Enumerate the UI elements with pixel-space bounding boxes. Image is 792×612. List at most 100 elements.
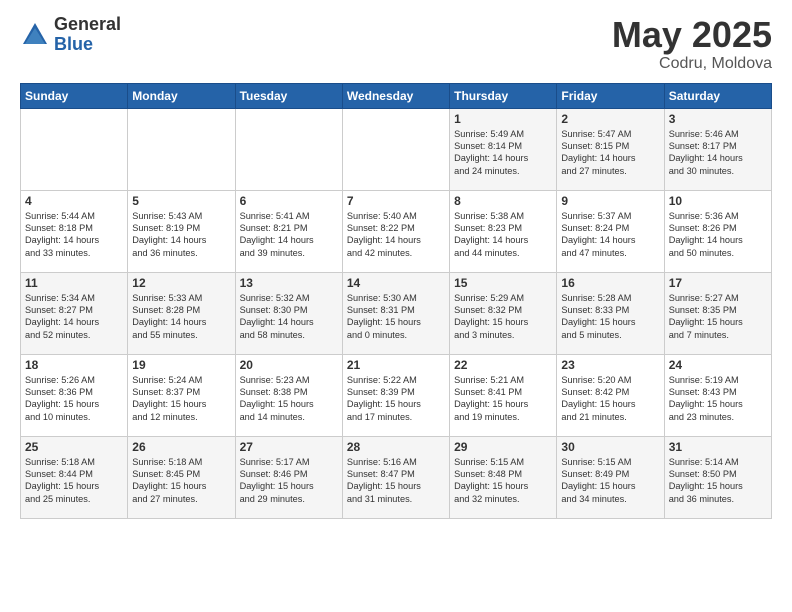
day-cell: 6Sunrise: 5:41 AM Sunset: 8:21 PM Daylig… — [235, 190, 342, 272]
day-number: 23 — [561, 358, 659, 372]
day-info: Sunrise: 5:43 AM Sunset: 8:19 PM Dayligh… — [132, 210, 230, 260]
header-row: SundayMondayTuesdayWednesdayThursdayFrid… — [21, 83, 772, 108]
day-info: Sunrise: 5:20 AM Sunset: 8:42 PM Dayligh… — [561, 374, 659, 424]
day-cell: 13Sunrise: 5:32 AM Sunset: 8:30 PM Dayli… — [235, 272, 342, 354]
day-number: 11 — [25, 276, 123, 290]
day-number: 7 — [347, 194, 445, 208]
day-number: 29 — [454, 440, 552, 454]
day-cell: 2 Sunrise: 5:47 AM Sunset: 8:15 PM Daylig… — [557, 108, 664, 190]
day-info: Sunrise: 5:18 AM Sunset: 8:44 PM Dayligh… — [25, 456, 123, 506]
day-info: Sunrise: 5:33 AM Sunset: 8:28 PM Dayligh… — [132, 292, 230, 342]
day-number: 1 — [454, 112, 552, 126]
logo-icon — [20, 20, 50, 50]
col-header-tuesday: Tuesday — [235, 83, 342, 108]
day-info: Sunrise: 5:44 AM Sunset: 8:18 PM Dayligh… — [25, 210, 123, 260]
day-cell: 14 Sunrise: 5:30 AM Sunset: 8:31 PM Dayli… — [342, 272, 449, 354]
day-info: Sunrise: 5:15 AM Sunset: 8:48 PM Dayligh… — [454, 456, 552, 506]
day-number: 16 — [561, 276, 659, 290]
day-number: 24 — [669, 358, 767, 372]
col-header-monday: Monday — [128, 83, 235, 108]
day-info: Sunrise: 5:47 AM Sunset: 8:15 PM Dayligh… — [561, 128, 659, 178]
col-header-friday: Friday — [557, 83, 664, 108]
day-info: Sunrise: 5:27 AM Sunset: 8:35 PM Dayligh… — [669, 292, 767, 342]
day-info: Sunrise: 5:49 AM Sunset: 8:14 PM Dayligh… — [454, 128, 552, 178]
logo: General Blue — [20, 15, 121, 55]
day-cell: 28 Sunrise: 5:16 AM Sunset: 8:47 PM Dayli… — [342, 436, 449, 518]
page: General Blue May 2025 Codru, Moldova Sun… — [0, 0, 792, 612]
day-number: 30 — [561, 440, 659, 454]
day-info: Sunrise: 5:18 AM Sunset: 8:45 PM Dayligh… — [132, 456, 230, 506]
day-number: 4 — [25, 194, 123, 208]
day-info: Sunrise: 5:36 AM Sunset: 8:26 PM Dayligh… — [669, 210, 767, 260]
col-header-sunday: Sunday — [21, 83, 128, 108]
day-info: Sunrise: 5:40 AM Sunset: 8:22 PM Dayligh… — [347, 210, 445, 260]
logo-text: General Blue — [54, 15, 121, 55]
day-number: 28 — [347, 440, 445, 454]
day-info: Sunrise: 5:17 AM Sunset: 8:46 PM Dayligh… — [240, 456, 338, 506]
week-row-4: 18 Sunrise: 5:26 AM Sunset: 8:36 PM Dayli… — [21, 354, 772, 436]
day-number: 26 — [132, 440, 230, 454]
location: Codru, Moldova — [612, 55, 772, 73]
col-header-saturday: Saturday — [664, 83, 771, 108]
day-info: Sunrise: 5:34 AM Sunset: 8:27 PM Dayligh… — [25, 292, 123, 342]
day-info: Sunrise: 5:14 AM Sunset: 8:50 PM Dayligh… — [669, 456, 767, 506]
day-info: Sunrise: 5:30 AM Sunset: 8:31 PM Dayligh… — [347, 292, 445, 342]
month-title: May 2025 — [612, 15, 772, 55]
day-cell: 24 Sunrise: 5:19 AM Sunset: 8:43 PM Dayli… — [664, 354, 771, 436]
day-cell: 17 Sunrise: 5:27 AM Sunset: 8:35 PM Dayli… — [664, 272, 771, 354]
day-number: 10 — [669, 194, 767, 208]
day-number: 18 — [25, 358, 123, 372]
day-number: 15 — [454, 276, 552, 290]
day-cell: 27 Sunrise: 5:17 AM Sunset: 8:46 PM Dayli… — [235, 436, 342, 518]
day-cell: 26 Sunrise: 5:18 AM Sunset: 8:45 PM Dayli… — [128, 436, 235, 518]
day-number: 2 — [561, 112, 659, 126]
day-info: Sunrise: 5:16 AM Sunset: 8:47 PM Dayligh… — [347, 456, 445, 506]
day-number: 14 — [347, 276, 445, 290]
day-info: Sunrise: 5:26 AM Sunset: 8:36 PM Dayligh… — [25, 374, 123, 424]
day-number: 21 — [347, 358, 445, 372]
title-block: May 2025 Codru, Moldova — [612, 15, 772, 73]
day-number: 27 — [240, 440, 338, 454]
day-info: Sunrise: 5:22 AM Sunset: 8:39 PM Dayligh… — [347, 374, 445, 424]
day-cell — [128, 108, 235, 190]
day-number: 3 — [669, 112, 767, 126]
week-row-2: 4 Sunrise: 5:44 AM Sunset: 8:18 PM Daylig… — [21, 190, 772, 272]
day-cell: 31 Sunrise: 5:14 AM Sunset: 8:50 PM Dayli… — [664, 436, 771, 518]
day-info: Sunrise: 5:37 AM Sunset: 8:24 PM Dayligh… — [561, 210, 659, 260]
day-cell: 5Sunrise: 5:43 AM Sunset: 8:19 PM Daylig… — [128, 190, 235, 272]
day-cell: 4 Sunrise: 5:44 AM Sunset: 8:18 PM Daylig… — [21, 190, 128, 272]
day-cell: 1 Sunrise: 5:49 AM Sunset: 8:14 PM Daylig… — [450, 108, 557, 190]
day-cell: 19 Sunrise: 5:24 AM Sunset: 8:37 PM Dayli… — [128, 354, 235, 436]
day-info: Sunrise: 5:15 AM Sunset: 8:49 PM Dayligh… — [561, 456, 659, 506]
day-number: 17 — [669, 276, 767, 290]
day-cell: 11 Sunrise: 5:34 AM Sunset: 8:27 PM Dayli… — [21, 272, 128, 354]
day-cell — [342, 108, 449, 190]
day-cell: 29 Sunrise: 5:15 AM Sunset: 8:48 PM Dayli… — [450, 436, 557, 518]
day-info: Sunrise: 5:24 AM Sunset: 8:37 PM Dayligh… — [132, 374, 230, 424]
day-cell: 23 Sunrise: 5:20 AM Sunset: 8:42 PM Dayli… — [557, 354, 664, 436]
day-number: 6 — [240, 194, 338, 208]
calendar-table: SundayMondayTuesdayWednesdayThursdayFrid… — [20, 83, 772, 519]
week-row-5: 25 Sunrise: 5:18 AM Sunset: 8:44 PM Dayli… — [21, 436, 772, 518]
day-cell: 3Sunrise: 5:46 AM Sunset: 8:17 PM Daylig… — [664, 108, 771, 190]
day-info: Sunrise: 5:38 AM Sunset: 8:23 PM Dayligh… — [454, 210, 552, 260]
day-cell: 18 Sunrise: 5:26 AM Sunset: 8:36 PM Dayli… — [21, 354, 128, 436]
day-info: Sunrise: 5:29 AM Sunset: 8:32 PM Dayligh… — [454, 292, 552, 342]
day-cell: 20 Sunrise: 5:23 AM Sunset: 8:38 PM Dayli… — [235, 354, 342, 436]
day-number: 20 — [240, 358, 338, 372]
day-number: 22 — [454, 358, 552, 372]
week-row-1: 1 Sunrise: 5:49 AM Sunset: 8:14 PM Daylig… — [21, 108, 772, 190]
day-number: 9 — [561, 194, 659, 208]
day-number: 25 — [25, 440, 123, 454]
week-row-3: 11 Sunrise: 5:34 AM Sunset: 8:27 PM Dayli… — [21, 272, 772, 354]
day-number: 31 — [669, 440, 767, 454]
day-info: Sunrise: 5:19 AM Sunset: 8:43 PM Dayligh… — [669, 374, 767, 424]
header: General Blue May 2025 Codru, Moldova — [20, 15, 772, 73]
day-cell: 25 Sunrise: 5:18 AM Sunset: 8:44 PM Dayli… — [21, 436, 128, 518]
day-info: Sunrise: 5:32 AM Sunset: 8:30 PM Dayligh… — [240, 292, 338, 342]
day-cell — [21, 108, 128, 190]
col-header-wednesday: Wednesday — [342, 83, 449, 108]
day-info: Sunrise: 5:23 AM Sunset: 8:38 PM Dayligh… — [240, 374, 338, 424]
logo-blue: Blue — [54, 35, 121, 55]
day-number: 19 — [132, 358, 230, 372]
